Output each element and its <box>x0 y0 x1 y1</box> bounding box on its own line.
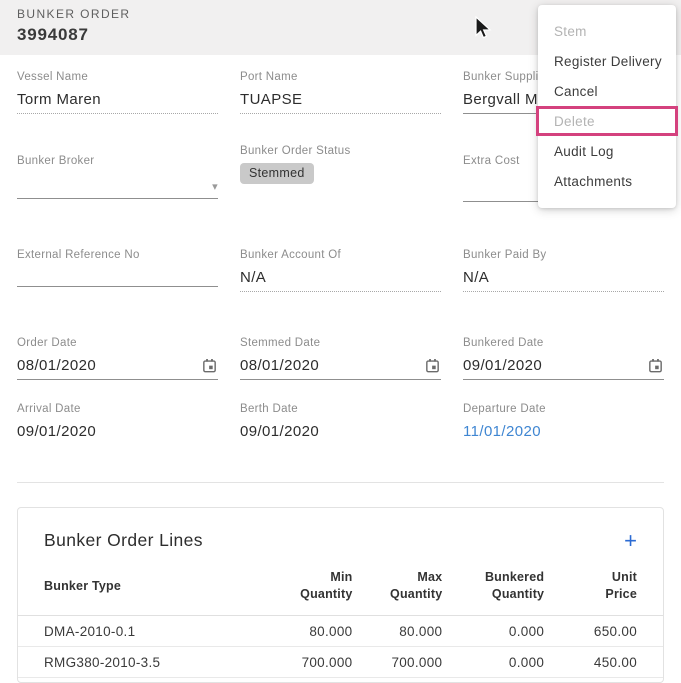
arrival-date-value: 09/01/2020 <box>17 423 218 446</box>
mouse-cursor-icon <box>474 16 492 40</box>
cell-unit-price[interactable]: 450.00 <box>544 647 663 678</box>
bunker-paid-by-value[interactable]: N/A <box>463 269 664 292</box>
menu-item-stem: Stem <box>538 16 676 46</box>
departure-date-link[interactable]: 11/01/2020 <box>463 423 664 446</box>
port-name-field[interactable]: Port Name TUAPSE <box>240 70 441 114</box>
column-header-bunker-type: Bunker Type <box>18 551 263 616</box>
berth-date-field: Berth Date 09/01/2020 <box>240 402 441 446</box>
section-divider <box>17 482 664 483</box>
bunkered-date-value[interactable]: 09/01/2020 <box>463 357 542 375</box>
arrival-date-label: Arrival Date <box>17 402 218 416</box>
order-date-label: Order Date <box>17 336 218 350</box>
context-menu: Stem Register Delivery Cancel Delete Aud… <box>538 5 676 208</box>
bunker-order-lines-title: Bunker Order Lines <box>44 530 203 551</box>
bunkered-date-label: Bunkered Date <box>463 336 664 350</box>
cell-max-quantity[interactable]: 80.000 <box>352 616 442 647</box>
cell-bunkered-quantity[interactable]: 0.000 <box>442 647 544 678</box>
vessel-name-value[interactable]: Torm Maren <box>17 91 218 114</box>
external-reference-value[interactable] <box>17 269 218 287</box>
menu-item-delete: Delete <box>536 106 678 136</box>
stemmed-date-field[interactable]: Stemmed Date 08/01/2020 <box>240 336 441 380</box>
order-date-value[interactable]: 08/01/2020 <box>17 357 96 375</box>
bunker-order-status-field: Bunker Order Status Stemmed <box>240 144 441 202</box>
cell-bunker-type[interactable]: DMA-2010-0.1 <box>18 616 263 647</box>
vessel-name-label: Vessel Name <box>17 70 218 84</box>
table-row[interactable]: RMG380-2010-3.5 700.000 700.000 0.000 45… <box>18 647 663 678</box>
menu-item-audit-log[interactable]: Audit Log <box>538 136 676 166</box>
external-reference-label: External Reference No <box>17 248 218 262</box>
bunker-account-of-label: Bunker Account Of <box>240 248 441 262</box>
table-header-row: Bunker Type MinQuantity MaxQuantity Bunk… <box>18 551 663 616</box>
cell-bunkered-quantity[interactable]: 0.000 <box>442 616 544 647</box>
cell-unit-price[interactable]: 650.00 <box>544 616 663 647</box>
menu-item-register-delivery[interactable]: Register Delivery <box>538 46 676 76</box>
menu-item-cancel[interactable]: Cancel <box>538 76 676 106</box>
bunkered-date-field[interactable]: Bunkered Date 09/01/2020 <box>463 336 664 380</box>
berth-date-value: 09/01/2020 <box>240 423 441 446</box>
port-name-value[interactable]: TUAPSE <box>240 91 441 114</box>
cell-bunker-type[interactable]: RMG380-2010-3.5 <box>18 647 263 678</box>
bunker-account-of-field[interactable]: Bunker Account Of N/A <box>240 248 441 292</box>
column-header-unit-price: UnitPrice <box>544 551 663 616</box>
port-name-label: Port Name <box>240 70 441 84</box>
arrival-date-field: Arrival Date 09/01/2020 <box>17 402 218 446</box>
stemmed-date-label: Stemmed Date <box>240 336 441 350</box>
calendar-icon[interactable] <box>201 357 218 375</box>
order-date-field[interactable]: Order Date 08/01/2020 <box>17 336 218 380</box>
bunker-broker-label: Bunker Broker <box>17 154 218 168</box>
column-header-max-quantity: MaxQuantity <box>352 551 442 616</box>
cell-min-quantity[interactable]: 700.000 <box>263 647 353 678</box>
departure-date-field[interactable]: Departure Date 11/01/2020 <box>463 402 664 446</box>
bunker-paid-by-label: Bunker Paid By <box>463 248 664 262</box>
cell-max-quantity[interactable]: 700.000 <box>352 647 442 678</box>
column-header-min-quantity: MinQuantity <box>263 551 353 616</box>
status-badge: Stemmed <box>240 163 314 184</box>
bunker-order-status-label: Bunker Order Status <box>240 144 441 158</box>
menu-item-attachments[interactable]: Attachments <box>538 166 676 196</box>
berth-date-label: Berth Date <box>240 402 441 416</box>
table-row[interactable]: DMA-2010-0.1 80.000 80.000 0.000 650.00 <box>18 616 663 647</box>
chevron-down-icon[interactable]: ▾ <box>212 180 218 194</box>
stemmed-date-value[interactable]: 08/01/2020 <box>240 357 319 375</box>
cell-min-quantity[interactable]: 80.000 <box>263 616 353 647</box>
add-line-button[interactable]: + <box>624 531 637 551</box>
bunker-order-lines-card: Bunker Order Lines + Bunker Type MinQuan… <box>17 507 664 683</box>
external-reference-field[interactable]: External Reference No <box>17 248 218 292</box>
calendar-icon[interactable] <box>424 357 441 375</box>
column-header-bunkered-quantity: BunkeredQuantity <box>442 551 544 616</box>
calendar-icon[interactable] <box>647 357 664 375</box>
departure-date-label: Departure Date <box>463 402 664 416</box>
bunker-broker-field[interactable]: Bunker Broker ▾ <box>17 154 218 202</box>
bunker-account-of-value[interactable]: N/A <box>240 269 441 292</box>
bunker-paid-by-field[interactable]: Bunker Paid By N/A <box>463 248 664 292</box>
vessel-name-field[interactable]: Vessel Name Torm Maren <box>17 70 218 114</box>
order-lines-table: Bunker Type MinQuantity MaxQuantity Bunk… <box>18 551 663 678</box>
